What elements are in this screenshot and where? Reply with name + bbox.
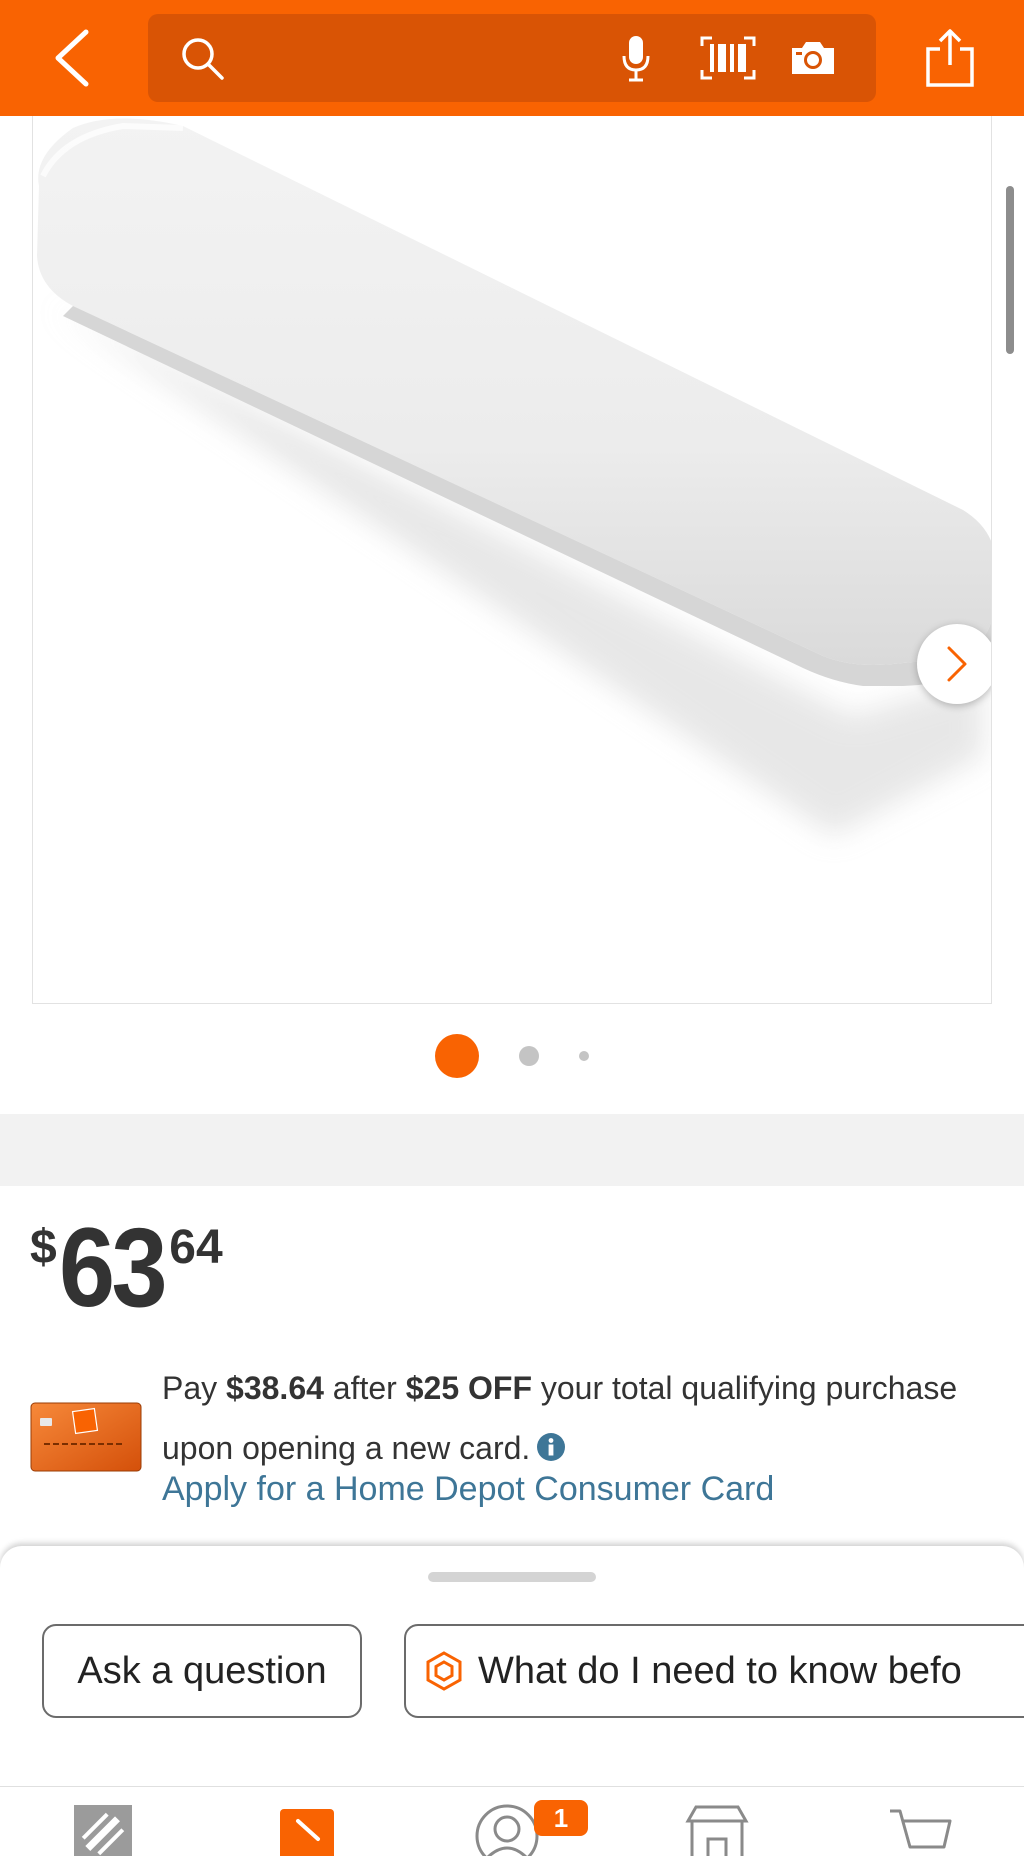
pagination-dot[interactable] bbox=[579, 1051, 589, 1061]
chip-label: What do I need to know befo bbox=[478, 1649, 962, 1692]
store-icon[interactable] bbox=[682, 1803, 752, 1856]
offer-pay-amount: $38.64 bbox=[226, 1370, 324, 1406]
price-cents: 64 bbox=[169, 1221, 223, 1274]
shop-icon[interactable] bbox=[278, 1803, 336, 1856]
ai-hexagon-icon bbox=[426, 1651, 462, 1691]
search-bar[interactable] bbox=[148, 14, 876, 102]
pagination-dot-active[interactable] bbox=[435, 1034, 479, 1078]
apply-card-link[interactable]: Apply for a Home Depot Consumer Card bbox=[162, 1470, 774, 1509]
carousel-pagination bbox=[0, 1034, 1024, 1078]
chevron-left-icon bbox=[55, 29, 89, 87]
card-offer-text: Pay $38.64 after $25 OFF your total qual… bbox=[162, 1358, 1002, 1478]
back-button[interactable] bbox=[42, 26, 102, 90]
chevron-right-icon bbox=[947, 646, 967, 682]
chip-label: Ask a question bbox=[77, 1649, 327, 1692]
barcode-icon[interactable] bbox=[700, 36, 756, 80]
ask-question-chip[interactable]: Ask a question bbox=[42, 1624, 362, 1718]
sheet-drag-handle[interactable] bbox=[428, 1572, 596, 1582]
product-image bbox=[37, 118, 991, 836]
credit-card-image bbox=[30, 1402, 142, 1472]
pagination-dot[interactable] bbox=[519, 1046, 539, 1066]
product-price: $ 63 64 bbox=[30, 1212, 223, 1324]
scroll-indicator bbox=[1006, 186, 1014, 354]
home-depot-logo-icon[interactable] bbox=[72, 1803, 134, 1856]
section-divider bbox=[0, 1114, 1024, 1186]
offer-text: Pay bbox=[162, 1370, 227, 1406]
price-currency: $ bbox=[30, 1221, 57, 1274]
top-bar bbox=[0, 0, 1024, 116]
search-icon[interactable] bbox=[178, 34, 226, 82]
account-notification-badge: 1 bbox=[534, 1800, 588, 1836]
product-image-carousel[interactable] bbox=[32, 116, 992, 1004]
search-input[interactable] bbox=[234, 32, 654, 84]
share-icon bbox=[926, 29, 974, 87]
offer-discount: $25 OFF bbox=[405, 1370, 532, 1406]
info-icon[interactable] bbox=[536, 1432, 566, 1462]
camera-icon[interactable] bbox=[788, 38, 838, 78]
account-icon[interactable] bbox=[474, 1803, 540, 1856]
price-dollars: 63 bbox=[58, 1205, 168, 1330]
cart-icon[interactable] bbox=[888, 1803, 954, 1856]
next-image-button[interactable] bbox=[917, 624, 991, 704]
bottom-nav bbox=[0, 1786, 1024, 1856]
offer-text: after bbox=[323, 1370, 406, 1406]
assistant-bottom-sheet: Ask a question What do I need to know be… bbox=[0, 1546, 1024, 1786]
microphone-icon[interactable] bbox=[620, 34, 652, 84]
suggested-question-chip[interactable]: What do I need to know befo bbox=[404, 1624, 1024, 1718]
share-button[interactable] bbox=[918, 22, 982, 94]
